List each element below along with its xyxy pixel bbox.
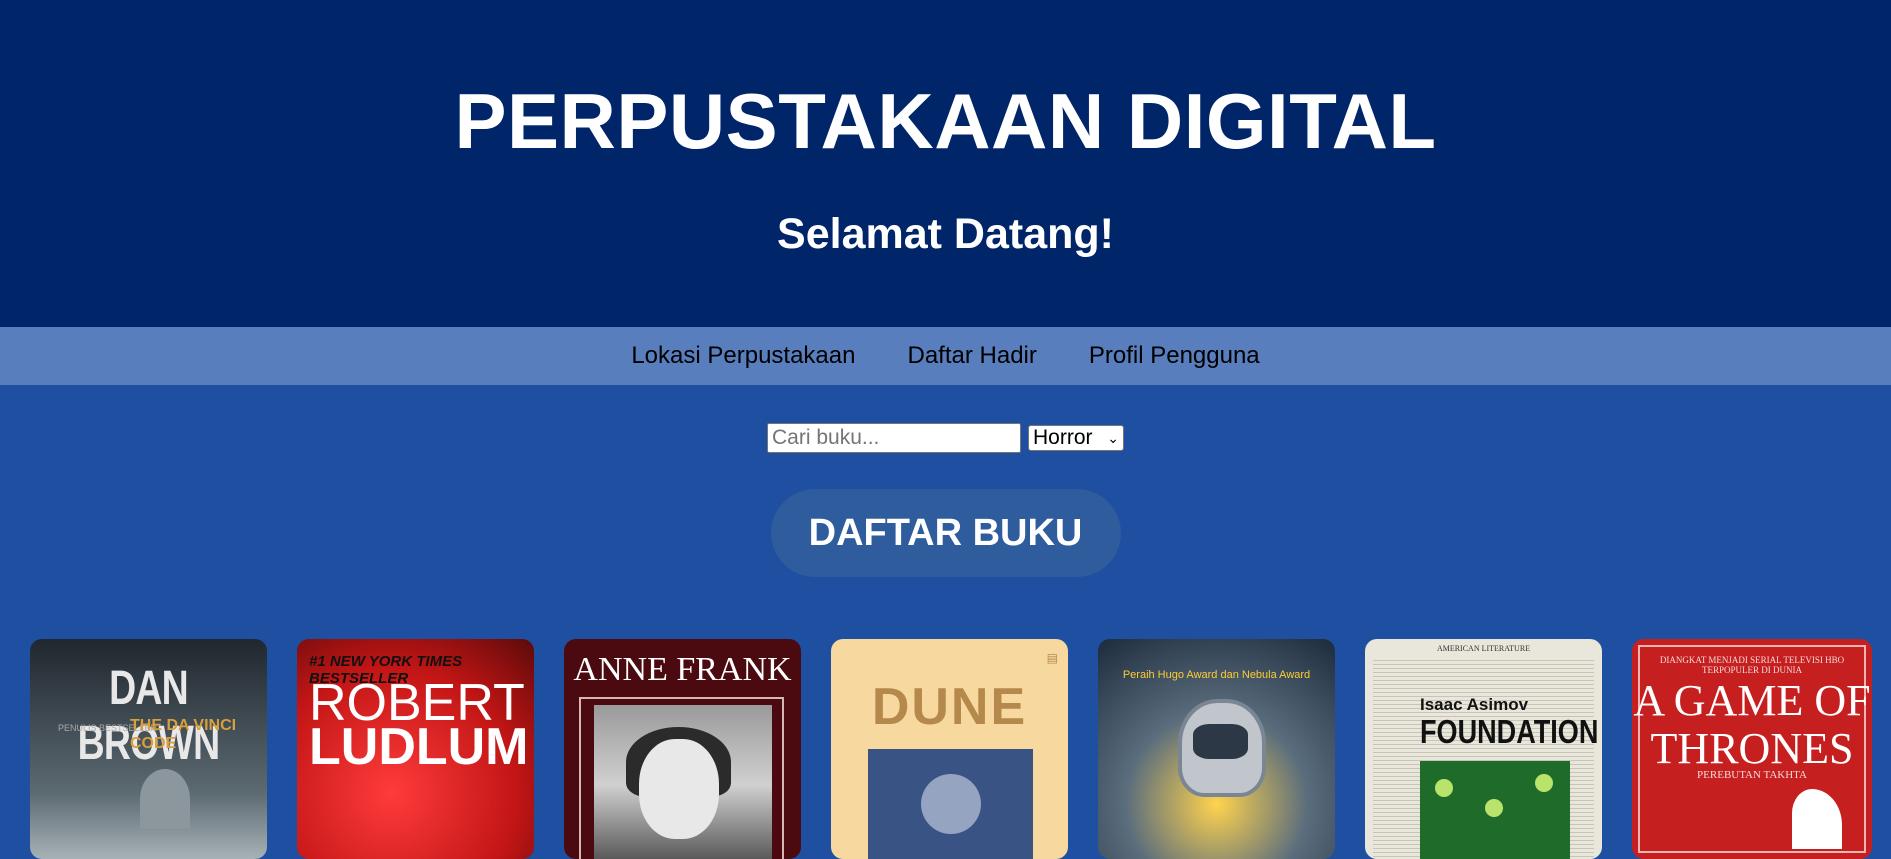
- site-title: PERPUSTAKAAN DIGITAL: [454, 77, 1437, 165]
- cover-text: DIANGKAT MENJADI SERIAL TELEVISI HBO TER…: [1659, 655, 1845, 675]
- book-cover-foundation[interactable]: AMERICAN LITERATURE Isaac Asimov FOUNDAT…: [1365, 639, 1602, 859]
- book-cover-robert-ludlum[interactable]: #1 NEW YORK TIMES BESTSELLER ROBERT LUDL…: [297, 639, 534, 859]
- cover-text: DUNE: [871, 678, 1028, 736]
- book-grid: DAN BROWN PENULIS BESTSELLER THE DA VINC…: [30, 639, 1872, 859]
- cover-text: FOUNDATION: [1420, 713, 1599, 750]
- book-cover-da-vinci-code[interactable]: DAN BROWN PENULIS BESTSELLER THE DA VINC…: [30, 639, 267, 859]
- book-cover-anne-frank[interactable]: ANNE FRANK: [564, 639, 801, 859]
- chevron-down-icon: ⌄: [1107, 429, 1119, 446]
- genre-selected-value: Horror: [1033, 426, 1093, 449]
- nav-item-daftar-hadir[interactable]: Daftar Hadir: [907, 342, 1036, 370]
- cover-text: DAN BROWN: [77, 662, 220, 770]
- cover-art: [639, 739, 719, 839]
- cover-art: [140, 769, 190, 829]
- cover-text: A GAME OF THRONES: [1633, 676, 1871, 773]
- search-input[interactable]: [767, 423, 1021, 453]
- cover-art: [1535, 774, 1553, 792]
- welcome-subtitle: Selamat Datang!: [777, 210, 1114, 258]
- nav-item-lokasi-perpustakaan[interactable]: Lokasi Perpustakaan: [631, 342, 855, 370]
- search-bar: Horror ⌄: [0, 423, 1891, 453]
- book-cover-game-of-thrones[interactable]: DIANGKAT MENJADI SERIAL TELEVISI HBO TER…: [1632, 639, 1872, 859]
- cover-text: LUDLUM: [309, 718, 529, 776]
- book-list-heading: DAFTAR BUKU: [770, 489, 1121, 577]
- cover-text: PEREBUTAN TAKHTA: [1697, 769, 1807, 781]
- book-cover-dune[interactable]: ▤ DUNE: [831, 639, 1068, 859]
- cover-text: Peraih Hugo Award dan Nebula Award: [1122, 669, 1311, 681]
- book-cover-enders-game[interactable]: Peraih Hugo Award dan Nebula Award: [1098, 639, 1335, 859]
- cover-text: AMERICAN LITERATURE: [1436, 644, 1531, 653]
- site-header: PERPUSTAKAAN DIGITAL Selamat Datang!: [0, 0, 1891, 327]
- cover-art: [1485, 799, 1503, 817]
- publisher-logo-icon: ▤: [1046, 651, 1058, 665]
- genre-select[interactable]: Horror ⌄: [1028, 425, 1124, 451]
- cover-art: [1435, 779, 1453, 797]
- cover-art: [1193, 724, 1248, 759]
- cover-text: ANNE FRANK: [573, 651, 792, 688]
- cover-art: [921, 774, 981, 834]
- cover-text: THE DA VINCI CODE: [130, 717, 237, 752]
- cover-text: Isaac Asimov: [1420, 695, 1529, 714]
- main-nav: Lokasi Perpustakaan Daftar Hadir Profil …: [0, 327, 1891, 385]
- nav-item-profil-pengguna[interactable]: Profil Pengguna: [1089, 342, 1260, 370]
